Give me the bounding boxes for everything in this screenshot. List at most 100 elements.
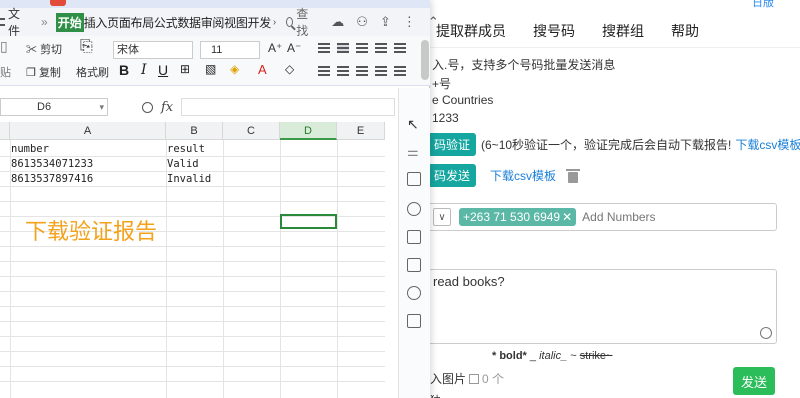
cloud-icon[interactable]: ☁ xyxy=(331,14,344,30)
message-textarea[interactable]: read books? xyxy=(428,269,777,344)
hamburger-icon xyxy=(0,18,5,26)
emoji-icon[interactable] xyxy=(760,327,772,339)
cell-b2[interactable]: Valid xyxy=(167,158,199,170)
location-icon[interactable] xyxy=(407,286,421,300)
align-center-icon[interactable] xyxy=(337,66,349,76)
indent-icon[interactable] xyxy=(375,43,387,53)
font-size-select[interactable]: 11 xyxy=(200,41,260,59)
bold-button[interactable]: B xyxy=(119,62,129,78)
nav-extract-members[interactable]: 提取群成员 xyxy=(436,21,506,41)
cell-b1[interactable]: result xyxy=(167,143,205,155)
font-color-icon[interactable]: A xyxy=(258,62,267,77)
table-style-icon[interactable] xyxy=(407,230,421,244)
collapse-icon[interactable]: ⌃ xyxy=(428,14,439,30)
align-middle-icon[interactable] xyxy=(337,43,349,53)
tab-start[interactable]: 开始 xyxy=(55,12,84,32)
cell-a3[interactable]: 8613537897416 xyxy=(11,173,93,185)
font-grow-button[interactable]: A⁺ xyxy=(268,41,282,55)
grid-line xyxy=(0,381,385,382)
align-top-icon[interactable] xyxy=(318,43,330,53)
search-command[interactable]: 查找 xyxy=(286,5,311,39)
format-painter-icon[interactable]: ⎘ xyxy=(80,38,93,56)
nav-help[interactable]: 帮助 xyxy=(671,21,699,41)
column-header-b[interactable]: B xyxy=(166,122,223,140)
menu-overflow[interactable]: » xyxy=(41,15,48,29)
column-header-c[interactable]: C xyxy=(223,122,280,140)
menu-icons: ☁ ⚇ ⇪ ⋮ ⌃ xyxy=(331,14,438,30)
download-csv-template-link[interactable]: 下载csv模板) xyxy=(735,136,800,153)
close-icon[interactable]: ✕ xyxy=(562,210,572,224)
ribbon-toolbar: ▯ 贴 ✂ 剪切 ❐ 复制 ⎘ 格式刷 宋体 11 A⁺ A⁻ B I U ⊞ … xyxy=(0,36,430,86)
border-icon[interactable]: ⊞ xyxy=(180,62,190,76)
cell-a2[interactable]: 8613534071233 xyxy=(11,158,93,170)
image-label[interactable]: 入图片 xyxy=(430,370,466,387)
corner-header[interactable] xyxy=(0,122,10,140)
nav-search-numbers[interactable]: 搜号码 xyxy=(533,21,575,41)
cursor-icon[interactable]: ↖ xyxy=(407,116,421,132)
cell-style-icon[interactable]: ▧ xyxy=(205,62,216,76)
column-header-a[interactable]: A xyxy=(10,122,166,140)
more-icon[interactable]: ⋮ xyxy=(403,14,416,30)
image-icon[interactable] xyxy=(469,373,480,384)
grid-line xyxy=(0,186,385,187)
font-family-select[interactable]: 宋体 xyxy=(113,41,193,59)
column-header-e[interactable]: E xyxy=(337,122,385,140)
chevron-right-icon[interactable]: › xyxy=(273,17,276,28)
crop-icon[interactable] xyxy=(407,172,421,186)
trash-icon[interactable] xyxy=(566,168,581,184)
nav-search-groups[interactable]: 搜群组 xyxy=(602,21,644,41)
name-box[interactable]: D6 xyxy=(0,98,108,116)
zoom-icon[interactable] xyxy=(142,101,153,113)
download-csv-template-link-2[interactable]: 下载csv模板 xyxy=(490,167,556,184)
wps-tab-icon[interactable] xyxy=(50,0,66,6)
merge-cells-icon[interactable] xyxy=(394,66,406,76)
image-edit-icon[interactable] xyxy=(407,258,421,272)
cell-b3[interactable]: Invalid xyxy=(167,173,211,185)
verify-numbers-button[interactable]: 码验证 xyxy=(428,133,477,156)
share-icon[interactable]: ⇪ xyxy=(380,14,391,30)
selected-cell-d6[interactable] xyxy=(280,214,337,229)
send-code-button[interactable]: 码发送 xyxy=(428,164,477,187)
spreadsheet-grid[interactable]: A B C D E number result 8613534071233 Va… xyxy=(0,122,385,398)
grid-line xyxy=(337,140,338,398)
outdent-icon[interactable] xyxy=(394,43,406,53)
column-header-d[interactable]: D xyxy=(280,122,337,140)
help-icon[interactable] xyxy=(407,202,421,216)
grid-line xyxy=(0,276,385,277)
underline-button[interactable]: U xyxy=(158,62,168,78)
align-bottom-icon[interactable] xyxy=(356,43,368,53)
format-painter-label[interactable]: 格式刷 xyxy=(76,64,109,80)
book-icon[interactable] xyxy=(407,314,421,328)
font-shrink-button[interactable]: A⁻ xyxy=(287,41,301,55)
align-left-icon[interactable] xyxy=(318,66,330,76)
justify-icon[interactable] xyxy=(375,66,387,76)
top-peek-label[interactable]: 日版 xyxy=(752,0,774,10)
menu-bar: 文件 » 开始 插入页面布局公式数据审阅视图开发 › 查找 ☁ ⚇ ⇪ ⋮ ⌃ xyxy=(0,5,439,39)
grid-line xyxy=(0,291,385,292)
tab-others[interactable]: 插入页面布局公式数据审阅视图开发 xyxy=(84,14,272,31)
add-numbers-input[interactable] xyxy=(582,210,763,224)
bottom-option-label[interactable]: 独 xyxy=(430,392,441,398)
grid-line xyxy=(223,140,224,398)
instruction-line-1: 入.号，支持多个号码批量发送消息 xyxy=(432,58,616,72)
file-menu[interactable]: 文件 xyxy=(0,5,23,39)
format-hint-bold: * bold* xyxy=(492,350,527,362)
paste-label[interactable]: 贴 xyxy=(0,64,11,80)
vertical-scrollbar[interactable] xyxy=(421,40,429,80)
formula-input[interactable] xyxy=(181,98,396,116)
cut-button[interactable]: ✂ 剪切 xyxy=(26,41,62,57)
copy-button[interactable]: ❐ 复制 xyxy=(26,64,61,80)
fill-color-icon[interactable]: ◈ xyxy=(230,62,239,76)
align-right-icon[interactable] xyxy=(356,66,368,76)
numbers-field[interactable]: ∨ +263 71 530 6949 ✕ xyxy=(428,203,777,231)
cell-a1[interactable]: number xyxy=(11,143,49,155)
country-select[interactable]: ∨ xyxy=(433,208,451,226)
fx-icon[interactable]: fx xyxy=(161,100,173,115)
italic-button[interactable]: I xyxy=(141,62,147,78)
clear-format-icon[interactable]: ◇ xyxy=(285,62,294,76)
slider-icon[interactable]: ⚌ xyxy=(407,144,421,159)
grid-line xyxy=(0,336,385,337)
paste-icon[interactable]: ▯ xyxy=(0,38,8,55)
user-icon[interactable]: ⚇ xyxy=(356,14,368,30)
send-button[interactable]: 发送 xyxy=(733,367,775,395)
